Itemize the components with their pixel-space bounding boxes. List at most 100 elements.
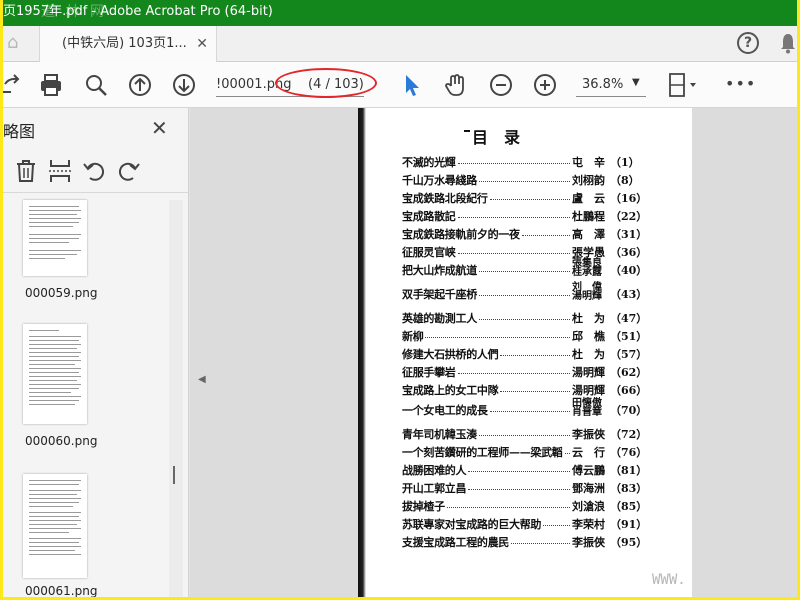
toc-leader-dots bbox=[478, 295, 570, 296]
toc-entry-author: 盧 云 bbox=[572, 192, 605, 205]
toc-entry-title: 战勝困难的人 bbox=[402, 464, 467, 477]
toc-entry-author: 鄧海洲 bbox=[572, 482, 605, 495]
tab-document[interactable]: (中铁六局) 103页1... ✕ bbox=[39, 26, 217, 62]
toc-entry-title: 英雄的勘測工人 bbox=[402, 312, 477, 325]
print-icon[interactable] bbox=[38, 72, 64, 98]
toc-entry-page: （81） bbox=[610, 464, 648, 477]
toc-entry-author: 屯 辛 bbox=[572, 156, 605, 169]
toc-entry: 支援宝成路工程的農民 李振俠 （95） bbox=[402, 534, 647, 552]
thumbnail-page[interactable] bbox=[23, 474, 87, 578]
page-fit-icon[interactable] bbox=[666, 72, 702, 98]
toc-entry-author: 李振俠 bbox=[572, 536, 605, 549]
thumbnail-page[interactable] bbox=[23, 324, 87, 424]
toc-entry-author: 杜 为 bbox=[572, 312, 605, 325]
toc-leader-dots bbox=[457, 163, 570, 164]
toc-leader-dots bbox=[457, 373, 570, 374]
toc-leader-dots bbox=[511, 543, 570, 544]
thumbnails-panel: 略图 ✕ 000059.png 000060.png 000061.png bbox=[3, 108, 189, 597]
toc-entry-title: 拔掉楂子 bbox=[402, 500, 445, 513]
toc-entry: 英雄的勘測工人 杜 为 （47） bbox=[402, 310, 647, 328]
toc-entry: 千山万水尋綫路 刘栩韵 （8） bbox=[402, 172, 640, 190]
help-icon[interactable]: ? bbox=[737, 32, 759, 54]
toc-entry-page: （47） bbox=[610, 312, 648, 325]
toc-entry-page: （72） bbox=[610, 428, 648, 441]
zoom-underline bbox=[576, 96, 646, 97]
toc-entry: 宝成路散記 杜鵬程 （22） bbox=[402, 208, 647, 226]
panel-close-icon[interactable]: ✕ bbox=[151, 116, 168, 140]
rotate-right-icon[interactable] bbox=[116, 158, 142, 184]
share-icon[interactable] bbox=[3, 72, 23, 98]
panel-scrollbar[interactable] bbox=[169, 200, 183, 597]
toc-entry: 一个女电工的成長 田懐傲 肖普章 （70） bbox=[402, 398, 647, 420]
toc-leader-dots bbox=[468, 489, 570, 490]
toc-leader-dots bbox=[564, 453, 570, 454]
toc-leader-dots bbox=[489, 199, 570, 200]
toc-entry: 战勝困难的人 傅云鵬 （81） bbox=[402, 462, 647, 480]
toc-entry: 苏联專家对宝成路的巨大帮助 李荣村 （91） bbox=[402, 516, 647, 534]
toc-entry-title: 宝成鉄路北段紀行 bbox=[402, 192, 488, 205]
zoom-value: 36.8% bbox=[582, 77, 624, 92]
toc-entry-page: （70） bbox=[610, 404, 648, 417]
toc-entry-author: 田懐傲 肖普章 bbox=[572, 398, 602, 418]
home-tab-icon[interactable]: ⌂ bbox=[7, 32, 18, 53]
next-page-icon[interactable] bbox=[171, 72, 197, 98]
rotate-left-icon[interactable] bbox=[81, 158, 107, 184]
toc-entry: 不滅的光輝 屯 辛 （1） bbox=[402, 154, 640, 172]
select-cursor-icon[interactable] bbox=[399, 72, 425, 98]
toc-entry-title: 不滅的光輝 bbox=[402, 156, 456, 169]
zoom-level-dropdown[interactable]: 36.8% ▼ bbox=[576, 70, 646, 100]
toc-entry-page: （1） bbox=[610, 156, 640, 169]
annotation-ellipse bbox=[275, 68, 377, 98]
more-options-icon[interactable]: ••• bbox=[725, 74, 756, 93]
toc-entry-page: （31） bbox=[610, 228, 648, 241]
zoom-in-icon[interactable] bbox=[532, 72, 558, 98]
toc-leader-dots bbox=[478, 435, 570, 436]
toc-leader-dots bbox=[500, 355, 570, 356]
collapse-panel-icon[interactable]: ◀ bbox=[198, 374, 206, 385]
toc-leader-dots bbox=[468, 471, 570, 472]
toc-entry: 把大山炸成航道 張集良 桂承露 （40） bbox=[402, 259, 647, 280]
toc-entry-page: （57） bbox=[610, 348, 648, 361]
previous-page-icon[interactable] bbox=[127, 72, 153, 98]
acrobat-window: 页1957年.pdf - Adobe Acrobat Pro (64-bit) … bbox=[3, 0, 797, 597]
title-bar: 页1957年.pdf - Adobe Acrobat Pro (64-bit) … bbox=[3, 0, 797, 26]
scrollbar-thumb[interactable] bbox=[173, 466, 175, 484]
toc-entry-author: 邱 樵 bbox=[572, 330, 605, 343]
toc-entry-author: 湯明輝 bbox=[572, 384, 605, 397]
tab-close-icon[interactable]: ✕ bbox=[196, 26, 208, 62]
zoom-out-icon[interactable] bbox=[488, 72, 514, 98]
toc-entry-author: 刘 偉 湯明輝 bbox=[572, 282, 602, 302]
toc-entry-author: 杜 为 bbox=[572, 348, 605, 361]
hand-tool-icon[interactable] bbox=[443, 72, 469, 98]
toc-entry-title: 新柳 bbox=[402, 330, 424, 343]
toc-leader-dots bbox=[478, 319, 570, 320]
toc-entry-title: 一个刻苦鑽研的工程师——梁武韜 bbox=[402, 446, 563, 459]
toc-entry-title: 一个女电工的成長 bbox=[402, 404, 488, 417]
trash-icon[interactable] bbox=[13, 158, 39, 184]
toc-entry-page: （66） bbox=[610, 384, 648, 397]
toc-leader-dots bbox=[478, 181, 570, 182]
toc-entry-author: 高 澤 bbox=[572, 228, 605, 241]
toc-entry-author: 刘栩韵 bbox=[572, 174, 605, 187]
thumbnail-label: 000059.png bbox=[25, 286, 98, 300]
document-view[interactable]: ◀ 目 录 不滅的光輝 屯 辛 （1） 千山万水尋綫路 刘栩韵 （8） 宝成鉄路北段紀行 盧 … bbox=[190, 108, 797, 597]
toc-leader-dots bbox=[478, 271, 570, 272]
toc-entry-page: （43） bbox=[610, 288, 648, 301]
toc-entry-page: （51） bbox=[610, 330, 648, 343]
toc-entry-author: 湯明輝 bbox=[572, 366, 605, 379]
panel-title: 略图 bbox=[3, 122, 36, 141]
toc-entry: 修建大石拱桥的人們 杜 为 （57） bbox=[402, 346, 647, 364]
toc-entry-page: （40） bbox=[610, 264, 648, 277]
toc-entry-title: 双手架起千座桥 bbox=[402, 288, 477, 301]
watermark-text: 道 林 网 bbox=[41, 4, 107, 20]
toc-entry-page: （76） bbox=[610, 446, 648, 459]
insert-page-icon[interactable] bbox=[47, 158, 73, 184]
thumbnail-label: 000061.png bbox=[25, 584, 98, 597]
toc-entry-title: 支援宝成路工程的農民 bbox=[402, 536, 509, 549]
toc-entry: 青年司机韓玉湊 李振俠 （72） bbox=[402, 426, 647, 444]
bell-icon[interactable] bbox=[779, 32, 797, 54]
zoom-search-icon[interactable] bbox=[83, 72, 109, 98]
thumbnail-page[interactable] bbox=[23, 200, 87, 276]
toc-heading: 目 录 bbox=[464, 124, 520, 148]
toc-entry-author: 李荣村 bbox=[572, 518, 605, 531]
